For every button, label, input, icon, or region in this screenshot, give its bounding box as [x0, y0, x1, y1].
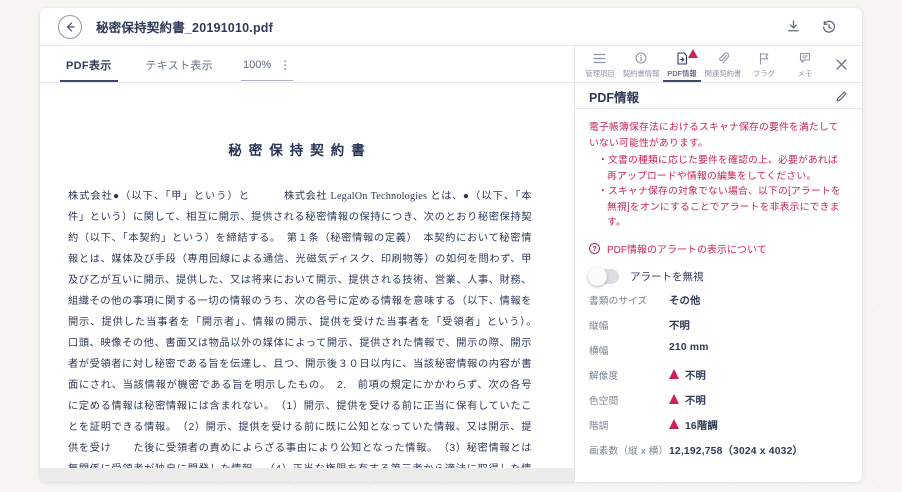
alert-bullet-1: ・文書の種類に応じた要件を確認の上、必要があれば再アップロードや情報の編集をして…: [598, 155, 838, 182]
tab-flags[interactable]: フラグ: [744, 46, 785, 82]
pdf-page: 秘密保持契約書 株式会社●（以下、「甲」という）と 株式会社 LegalOn Te…: [40, 83, 574, 468]
zoom-menu-icon[interactable]: ⋮: [279, 58, 291, 72]
contract-body-text: 株式会社●（以下、「甲」という）と 株式会社 LegalOn Technologi…: [68, 186, 542, 468]
field-gradation: 階調 16階調: [589, 418, 718, 432]
view-mode-toolbar: PDF表示 テキスト表示 100% ⋮: [40, 46, 574, 83]
edit-button[interactable]: [835, 90, 848, 103]
info-panel: 管理項目 契約書情報 PDF情報 関連契約書 フラグ メモ PDF情報 電子帳簿…: [574, 46, 862, 482]
close-panel-button[interactable]: [826, 46, 856, 82]
tab-memo[interactable]: メモ: [785, 46, 826, 82]
warning-icon: [669, 368, 679, 379]
info-panel-tabs: 管理項目 契約書情報 PDF情報 関連契約書 フラグ メモ: [575, 46, 862, 83]
tab-text-view[interactable]: テキスト表示: [140, 57, 219, 82]
panel-title: PDF情報: [589, 91, 640, 105]
history-icon: [822, 20, 836, 33]
memo-icon: [799, 52, 811, 65]
ignore-alert-toggle[interactable]: [588, 266, 619, 286]
document-filename: 秘密保持契約書_20191010.pdf: [96, 21, 273, 35]
tab-management-items[interactable]: 管理項目: [579, 46, 620, 82]
field-resolution: 解像度 不明: [589, 368, 706, 382]
flag-icon: [758, 52, 770, 65]
download-button[interactable]: [778, 15, 808, 39]
question-circle-icon: ?: [589, 242, 600, 254]
app-window: 秘密保持契約書_20191010.pdf PDF表示 テキスト表示 100% ⋮…: [40, 8, 862, 482]
warning-icon: [669, 418, 679, 429]
toggle-knob: [588, 266, 607, 286]
field-pixel-count: 画素数（縦 x 横） 12,192,758（3024 x 4032）: [589, 445, 803, 457]
contract-body: ●（以下、「本件」という）に関して、相互に開示、提供される秘密情報の保持につき、…: [68, 191, 542, 468]
pdf-alert-badge-icon: [687, 48, 698, 58]
tab-contract-info[interactable]: 契約書情報: [620, 46, 661, 82]
ignore-alert-row: アラートを無視: [588, 266, 846, 286]
pdf-info-fields: 書類のサイズ その他 縦幅 不明 横幅 210 mm 解像度 不明 色空間 不明…: [589, 292, 846, 467]
pdf-file-icon: [676, 48, 698, 65]
contract-title: 秘密保持契約書: [228, 143, 372, 158]
pencil-icon: [836, 91, 847, 102]
scanner-requirements-link[interactable]: ? 電子帳簿保存法におけるスキャナ保存の要件について: [589, 481, 846, 483]
close-icon: [835, 58, 847, 70]
warning-icon: [669, 393, 679, 404]
tab-pdf-view[interactable]: PDF表示: [60, 57, 118, 82]
panel-body: 電子帳簿保存法におけるスキャナ保存の要件を満たしていない可能性があります。 ・文…: [575, 109, 862, 482]
paperclip-icon: [718, 52, 729, 65]
zoom-level-value: 100%: [242, 59, 272, 71]
list-icon: [593, 52, 606, 65]
info-circle-icon: [635, 52, 647, 65]
ignore-alert-label: アラートを無視: [630, 270, 704, 283]
history-button[interactable]: [814, 15, 844, 39]
zoom-control[interactable]: 100% ⋮: [240, 58, 294, 81]
alert-message: 電子帳簿保存法におけるスキャナ保存の要件を満たしていない可能性があります。: [589, 122, 839, 149]
pdf-viewer-canvas[interactable]: 秘密保持契約書 株式会社●（以下、「甲」という）と 株式会社 LegalOn Te…: [40, 83, 574, 482]
field-height: 縦幅 不明: [589, 320, 690, 332]
top-header: 秘密保持契約書_20191010.pdf: [40, 8, 862, 46]
panel-section-header: PDF情報: [575, 83, 862, 109]
field-width: 横幅 210 mm: [589, 341, 709, 357]
tab-related-contracts[interactable]: 関連契約書: [703, 46, 744, 82]
download-icon: [787, 20, 799, 32]
alert-bullet-2: ・スキャナ保存の対象でない場合、以下の[アラートを無視]をオンにすることでアラー…: [598, 186, 841, 228]
arrow-left-icon: [66, 21, 75, 32]
alert-help-link[interactable]: ? PDF情報のアラートの表示について: [589, 241, 846, 256]
pdf-viewer-column: PDF表示 テキスト表示 100% ⋮ 秘密保持契約書 株式会社●（以下、「甲」…: [40, 46, 574, 482]
field-color-space: 色空間 不明: [589, 393, 706, 407]
back-button[interactable]: [58, 14, 82, 39]
tab-pdf-info[interactable]: PDF情報: [661, 46, 702, 82]
field-document-size: 書類のサイズ その他: [589, 295, 701, 307]
contract-party-insert: 株式会社 LegalOn Technologies とは、: [283, 191, 463, 202]
contract-party-line: 株式会社●（以下、「甲」という）と: [68, 191, 250, 202]
